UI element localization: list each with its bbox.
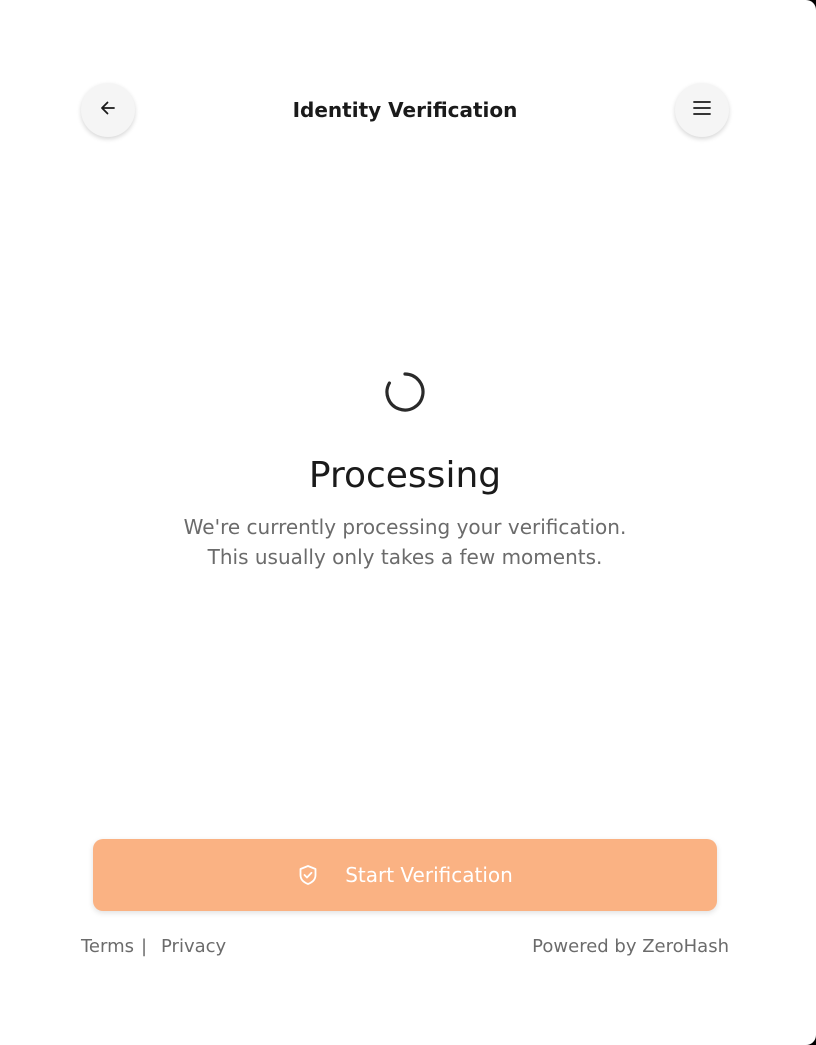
menu-button[interactable] bbox=[675, 83, 729, 137]
start-verification-label: Start Verification bbox=[345, 863, 513, 887]
footer-separator: | bbox=[141, 936, 148, 957]
terms-link[interactable]: Terms bbox=[81, 934, 134, 960]
processing-description-line-2: This usually only takes a few moments. bbox=[207, 545, 603, 569]
privacy-link[interactable]: Privacy bbox=[161, 934, 226, 960]
processing-title: Processing bbox=[308, 455, 502, 496]
start-verification-button[interactable]: Start Verification bbox=[93, 839, 717, 911]
loading-spinner-icon bbox=[384, 371, 426, 413]
processing-description-line-1: We're currently processing your verifica… bbox=[183, 515, 627, 539]
hamburger-menu-icon bbox=[692, 98, 712, 122]
powered-by-text: Powered by ZeroHash bbox=[532, 936, 729, 957]
shield-check-icon bbox=[297, 864, 319, 886]
verification-card: Identity Verification Processing We're c… bbox=[0, 0, 816, 1045]
